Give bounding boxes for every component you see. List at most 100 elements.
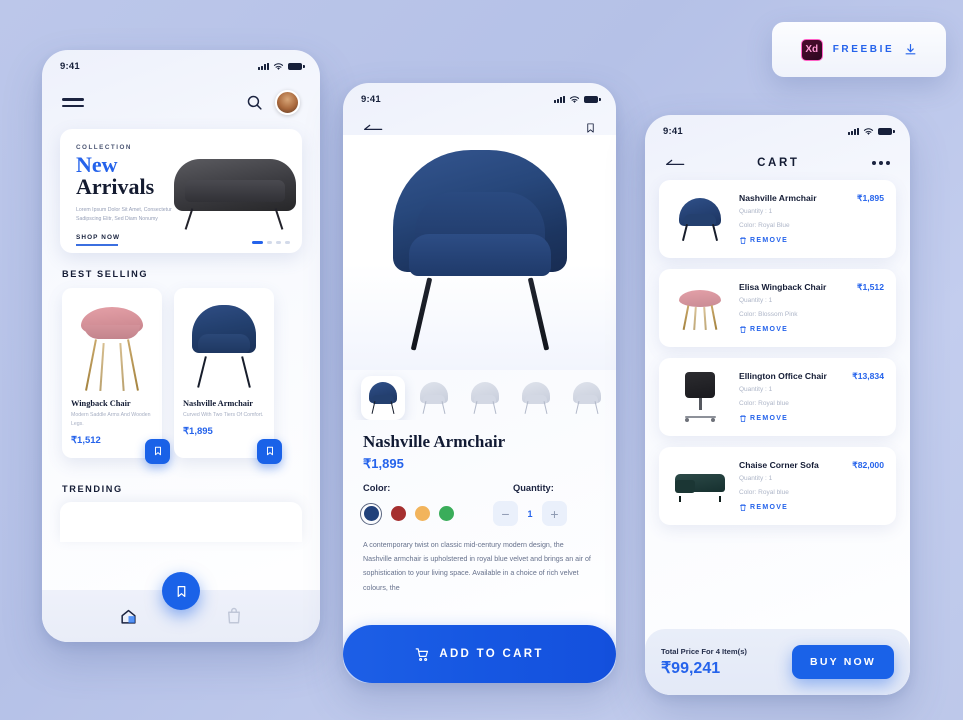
avatar[interactable] <box>275 90 300 115</box>
remove-button[interactable]: REMOVE <box>739 414 884 423</box>
banner-eyebrow: COLLECTION <box>76 144 132 151</box>
status-bar: 9:41 <box>42 50 320 76</box>
cart-item-row[interactable]: Nashville Armchair ₹1,895 Quantity : 1 C… <box>659 180 896 258</box>
cart-item-color: Color: Blossom Pink <box>739 311 798 318</box>
thumbnail-grey-4[interactable] <box>565 376 609 420</box>
shop-now-underline <box>76 244 118 246</box>
thumbnail-strip[interactable] <box>343 370 616 420</box>
trash-icon <box>739 504 747 511</box>
color-swatch-amber[interactable] <box>415 506 430 521</box>
phone-product-detail-screen: 9:41 Nashville Armchair ₹1,895 Color: Qu… <box>343 83 616 683</box>
navy-armchair-image <box>190 301 258 393</box>
battery-icon <box>288 62 305 70</box>
cart-item-row[interactable]: Ellington Office Chair ₹13,834 Quantity … <box>659 358 896 436</box>
status-bar: 9:41 <box>343 83 616 109</box>
more-options-icon[interactable] <box>871 161 890 165</box>
color-swatch-royal-blue[interactable] <box>360 502 382 525</box>
banner-pagination-dots[interactable] <box>252 241 290 244</box>
thumbnail-grey-3[interactable] <box>514 376 558 420</box>
product-image <box>183 298 265 393</box>
cart-item-quantity: Quantity : 1 <box>739 296 773 304</box>
home-header <box>42 76 320 121</box>
product-image <box>71 298 153 393</box>
quantity-decrease-button[interactable]: − <box>493 501 518 526</box>
search-icon[interactable] <box>246 94 263 111</box>
cart-item-thumbnail <box>669 277 731 339</box>
thumbnail-grey-2[interactable] <box>463 376 507 420</box>
options-label-row: Color: Quantity: <box>343 472 616 493</box>
quantity-stepper[interactable]: − 1 + <box>493 493 567 526</box>
cart-item-name: Chaise Corner Sofa <box>739 459 819 470</box>
status-time: 9:41 <box>361 93 381 105</box>
product-price: ₹1,512 <box>71 434 101 446</box>
cart-item-price: ₹1,512 <box>857 281 884 292</box>
home-icon[interactable] <box>119 607 138 626</box>
back-arrow-icon[interactable] <box>363 122 383 134</box>
cart-item-color: Color: Royal Blue <box>739 222 790 229</box>
cart-item-name: Elisa Wingback Chair <box>739 281 827 292</box>
product-name: Nashville Armchair <box>183 399 254 408</box>
phone-cart-screen: 9:41 CART Nashville Armchair ₹1,895 Quan… <box>645 115 910 695</box>
hamburger-menu-icon[interactable] <box>62 98 84 107</box>
bookmark-icon[interactable] <box>257 438 282 464</box>
cart-item-quantity: Quantity : 1 <box>739 474 773 482</box>
buy-now-button[interactable]: BUY NOW <box>792 645 894 679</box>
wifi-icon <box>273 62 284 70</box>
wifi-icon <box>863 127 874 135</box>
freebie-badge[interactable]: Xd FREEBIE <box>772 22 946 77</box>
navy-armchair-photo <box>389 150 571 355</box>
cart-item-thumbnail <box>669 366 731 428</box>
total-price-value: ₹99,241 <box>661 659 721 677</box>
cart-item-price: ₹82,000 <box>852 459 884 470</box>
adobe-xd-icon: Xd <box>800 38 823 61</box>
cart-item-price: ₹13,834 <box>852 370 884 381</box>
bookmark-fab-button[interactable] <box>162 572 200 610</box>
bookmark-icon[interactable] <box>145 438 170 464</box>
quantity-label: Quantity: <box>513 483 554 493</box>
remove-button[interactable]: REMOVE <box>739 325 884 334</box>
detail-header <box>343 109 616 135</box>
total-price-label: Total Price For 4 Item(s) <box>661 646 747 656</box>
shopping-cart-icon <box>415 647 430 662</box>
download-icon[interactable] <box>904 43 917 56</box>
cart-item-quantity: Quantity : 1 <box>739 207 773 215</box>
remove-label: REMOVE <box>750 415 789 423</box>
trending-card[interactable] <box>60 501 302 542</box>
banner-sofa-image <box>174 159 296 230</box>
signal-icon <box>848 127 859 135</box>
remove-button[interactable]: REMOVE <box>739 503 884 512</box>
remove-label: REMOVE <box>750 326 789 334</box>
remove-label: REMOVE <box>750 504 789 512</box>
cart-item-price: ₹1,895 <box>857 192 884 203</box>
trash-icon <box>739 326 747 333</box>
product-price: ₹1,895 <box>183 425 213 437</box>
signal-icon <box>258 62 269 70</box>
back-arrow-icon[interactable] <box>665 157 685 169</box>
cart-header: CART <box>645 141 910 169</box>
freebie-label: FREEBIE <box>832 44 895 55</box>
add-to-cart-button[interactable]: ADD TO CART <box>343 625 616 683</box>
quantity-increase-button[interactable]: + <box>542 501 567 526</box>
bookmark-icon[interactable] <box>585 121 596 135</box>
shopping-bag-icon[interactable] <box>225 607 243 625</box>
cart-item-row[interactable]: Chaise Corner Sofa ₹82,000 Quantity : 1 … <box>659 447 896 525</box>
cart-item-thumbnail <box>669 188 731 250</box>
product-description: Modern Saddle Arms And Wooden Legs. <box>71 412 151 427</box>
product-card[interactable]: Nashville Armchair Curved With Two Tiers… <box>174 288 282 464</box>
promo-banner[interactable]: COLLECTION New Arrivals Lorem Ipsum Dolo… <box>60 129 302 253</box>
shop-now-button[interactable]: SHOP NOW <box>76 234 302 241</box>
color-swatch-group[interactable] <box>343 495 493 525</box>
best-selling-heading: BEST SELLING <box>62 269 149 279</box>
thumbnail-grey-1[interactable] <box>412 376 456 420</box>
thumbnail-navy[interactable] <box>361 376 405 420</box>
color-label: Color: <box>363 483 391 493</box>
color-swatch-green[interactable] <box>439 506 454 521</box>
cart-item-name: Ellington Office Chair <box>739 370 827 381</box>
remove-button[interactable]: REMOVE <box>739 236 884 245</box>
status-time: 9:41 <box>663 125 683 137</box>
product-card[interactable]: Wingback Chair Modern Saddle Arms And Wo… <box>62 288 170 464</box>
signal-icon <box>554 95 565 103</box>
cart-item-row[interactable]: Elisa Wingback Chair ₹1,512 Quantity : 1… <box>659 269 896 347</box>
color-swatch-brick-red[interactable] <box>391 506 406 521</box>
phone-home-screen: 9:41 COLLECTION New Arrivals Lorem Ipsum… <box>42 50 320 642</box>
